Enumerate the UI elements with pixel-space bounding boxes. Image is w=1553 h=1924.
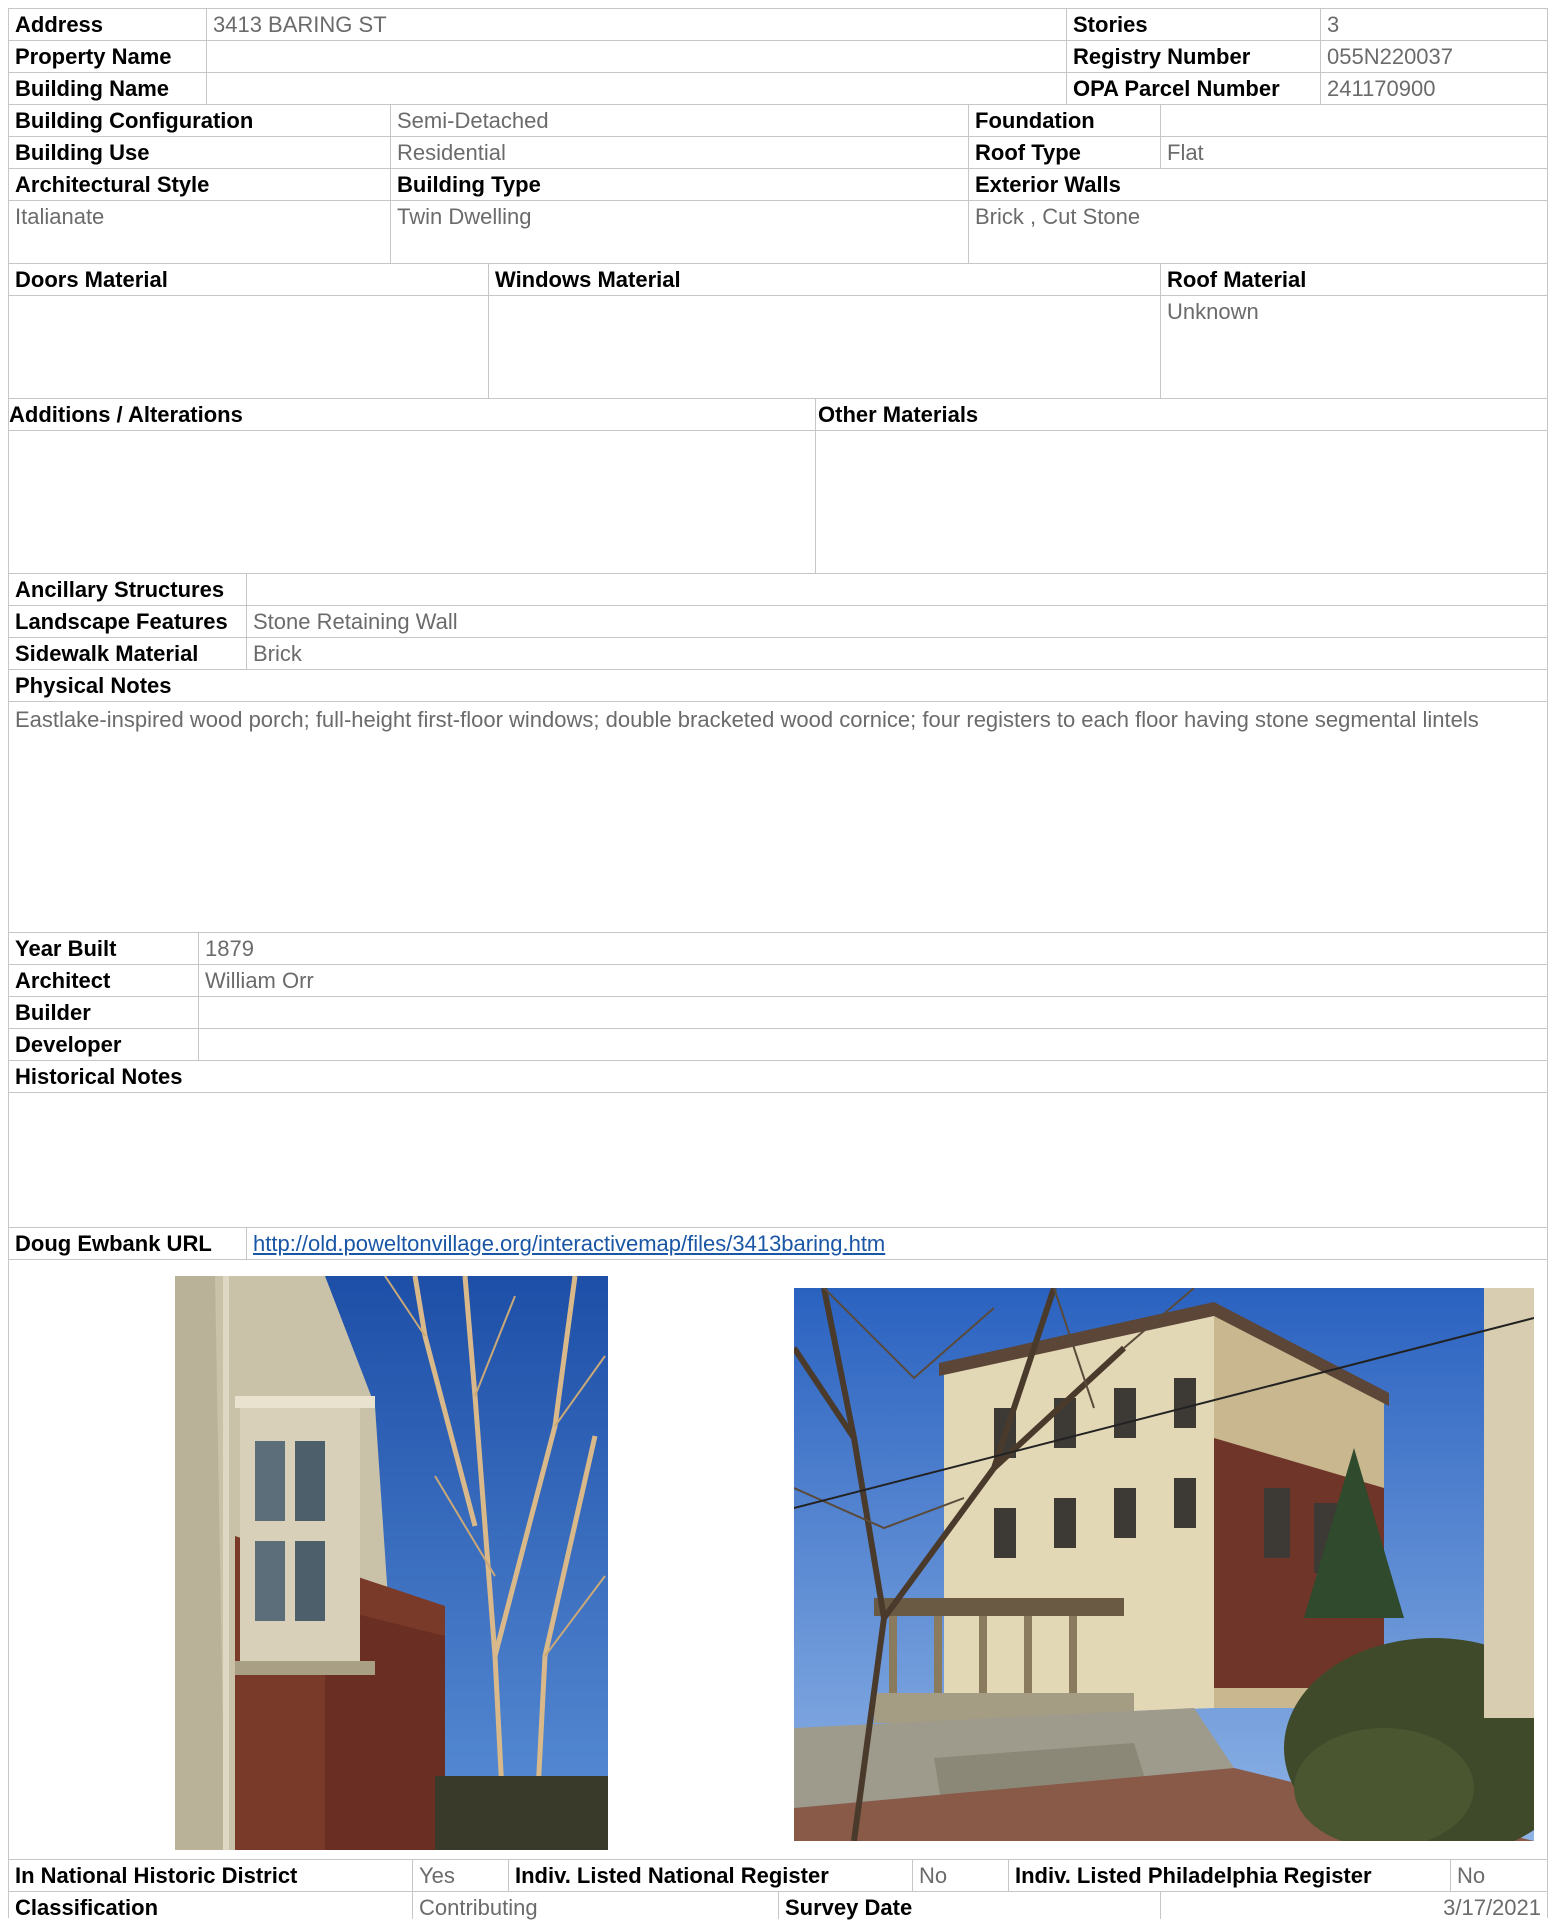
other-materials-label: Other Materials: [818, 402, 979, 427]
roof-type-value: Flat: [1167, 140, 1204, 165]
doug-ewbank-url-cell: http://old.poweltonvillage.org/interacti…: [247, 1228, 891, 1260]
historical-notes-label: Historical Notes: [15, 1064, 183, 1089]
roof-material-value: Unknown: [1167, 299, 1259, 324]
exterior-walls-label: Exterior Walls: [975, 172, 1121, 197]
year-built-value: 1879: [205, 936, 254, 961]
ancillary-structures-label: Ancillary Structures: [15, 577, 225, 602]
property-name-value: [207, 41, 219, 43]
survey-date-value: 3/17/2021: [1443, 1895, 1541, 1920]
building-use-label: Building Use: [15, 140, 150, 165]
stories-value: 3: [1327, 12, 1340, 37]
building-photo-right-image: [794, 1288, 1534, 1841]
builder-label: Builder: [15, 1000, 91, 1025]
building-photo-right: [794, 1288, 1534, 1841]
building-photo-left: [175, 1276, 608, 1850]
classification-value: Contributing: [419, 1895, 538, 1920]
architect-label: Architect: [15, 968, 111, 993]
classification-label: Classification: [15, 1895, 159, 1920]
grid-line: [8, 605, 1548, 606]
landscape-features-value: Stone Retaining Wall: [253, 609, 458, 634]
builder-value: [199, 997, 211, 999]
architectural-style-label: Architectural Style: [15, 172, 210, 197]
grid-line: [1547, 8, 1548, 1918]
national-register-value: No: [919, 1863, 948, 1888]
historical-notes-value: [9, 1093, 21, 1095]
roof-type-label: Roof Type: [975, 140, 1081, 165]
building-type-value: Twin Dwelling: [397, 204, 532, 229]
ancillary-structures-value: [247, 574, 259, 576]
national-district-label: In National Historic District: [15, 1863, 298, 1888]
grid-line: [8, 168, 1548, 169]
building-name-label: Building Name: [15, 76, 170, 101]
grid-line: [8, 1060, 1548, 1061]
grid-line: [8, 263, 1548, 264]
landscape-features-label: Landscape Features: [15, 609, 228, 634]
building-configuration-value: Semi-Detached: [397, 108, 549, 133]
grid-line: [8, 701, 1548, 702]
opa-parcel-value: 241170900: [1327, 76, 1436, 101]
grid-line: [8, 1092, 1548, 1093]
physical-notes-label: Physical Notes: [15, 673, 172, 698]
exterior-walls-value: Brick , Cut Stone: [975, 204, 1141, 229]
doug-ewbank-url-link[interactable]: http://old.poweltonvillage.org/interacti…: [253, 1231, 885, 1256]
address-value: 3413 BARING ST: [213, 12, 387, 37]
registry-number-label: Registry Number: [1073, 44, 1251, 69]
grid-line: [8, 637, 1548, 638]
opa-parcel-label: OPA Parcel Number: [1073, 76, 1280, 101]
developer-label: Developer: [15, 1032, 122, 1057]
philadelphia-register-label: Indiv. Listed Philadelphia Register: [1015, 1863, 1372, 1888]
sidewalk-material-label: Sidewalk Material: [15, 641, 199, 666]
national-register-label: Indiv. Listed National Register: [515, 1863, 829, 1888]
doug-ewbank-url-label: Doug Ewbank URL: [15, 1231, 212, 1256]
roof-material-label: Roof Material: [1167, 267, 1307, 292]
national-district-value: Yes: [419, 1863, 455, 1888]
address-label: Address: [15, 12, 104, 37]
building-configuration-label: Building Configuration: [15, 108, 254, 133]
sidewalk-material-value: Brick: [253, 641, 302, 666]
additions-value: [9, 431, 21, 433]
registry-number-value: 055N220037: [1327, 44, 1454, 69]
other-materials-value: [816, 431, 828, 433]
building-use-value: Residential: [397, 140, 506, 165]
grid-line: [8, 72, 1548, 73]
foundation-label: Foundation: [975, 108, 1095, 133]
building-type-label: Building Type: [397, 172, 541, 197]
grid-line: [8, 669, 1548, 670]
developer-value: [199, 1029, 211, 1031]
grid-line: [8, 200, 1548, 201]
grid-line: [8, 1028, 1548, 1029]
doors-material-value: [9, 296, 21, 298]
additions-label: Additions / Alterations: [9, 402, 243, 427]
architect-value: William Orr: [205, 968, 314, 993]
year-built-label: Year Built: [15, 936, 117, 961]
building-name-value: [207, 73, 219, 75]
physical-notes-text: Eastlake-inspired wood porch; full-heigh…: [15, 707, 1479, 732]
architectural-style-value: Italianate: [15, 204, 105, 229]
philadelphia-register-value: No: [1457, 1863, 1486, 1888]
grid-line: [8, 295, 1548, 296]
windows-material-label: Windows Material: [495, 267, 681, 292]
survey-date-label: Survey Date: [785, 1895, 913, 1920]
property-name-label: Property Name: [15, 44, 172, 69]
grid-line: [8, 573, 1548, 574]
building-photo-left-image: [175, 1276, 608, 1850]
foundation-value: [1161, 105, 1173, 107]
doors-material-label: Doors Material: [15, 267, 168, 292]
stories-label: Stories: [1073, 12, 1148, 37]
windows-material-value: [489, 296, 501, 298]
